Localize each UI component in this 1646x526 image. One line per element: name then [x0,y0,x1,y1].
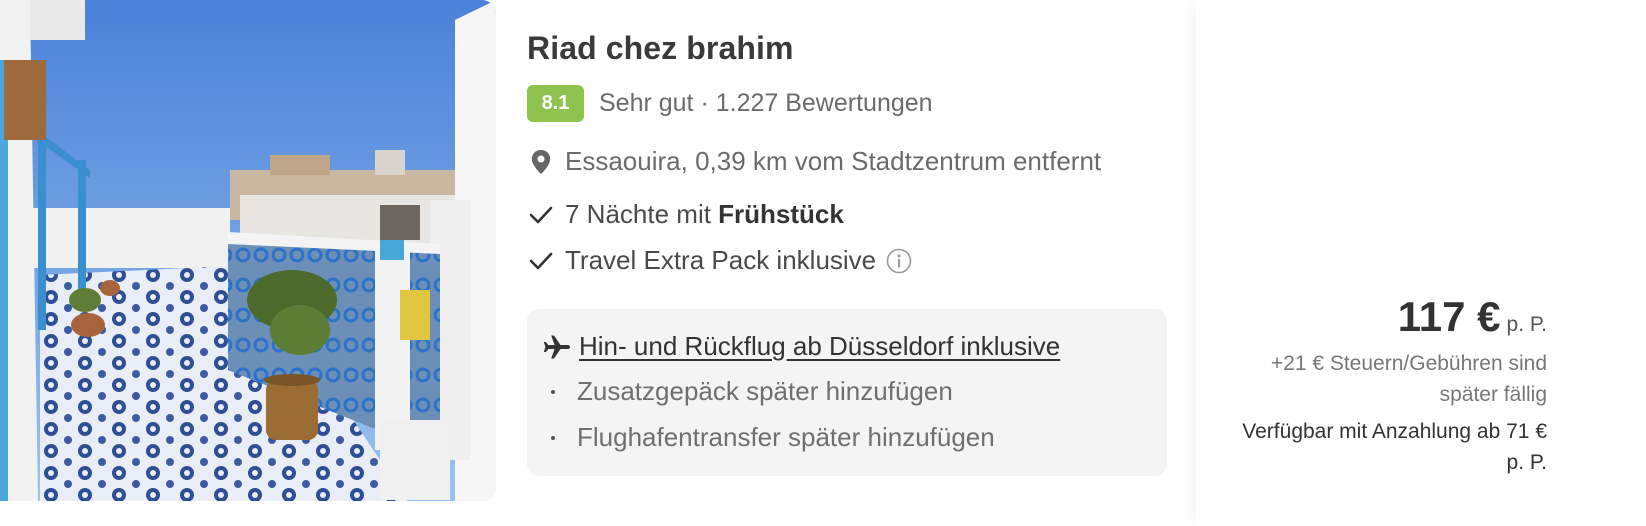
travel-pack-row: Travel Extra Pack inklusive [527,245,912,276]
rating-score-badge: 8.1 [527,84,584,122]
bullet-dot [551,389,555,394]
flight-box: Hin- und Rückflug ab Düsseldorf inklusiv… [527,309,1167,476]
hotel-offer-card[interactable]: Riad chez brahim 8.1 Sehr gut · 1.227 Be… [0,0,1646,526]
bullet-dot [551,435,555,440]
check-icon [527,247,555,275]
addon-transfer: Flughafentransfer später hinzufügen [551,422,995,453]
check-icon [527,201,555,229]
nights-text: 7 Nächte mit [565,199,719,229]
flight-details-link[interactable]: Hin- und Rückflug ab Düsseldorf inklusiv… [579,331,1060,362]
location-text: Essaouira, 0,39 km vom Stadtzentrum entf… [565,146,1102,176]
addon-luggage: Zusatzgepäck später hinzufügen [551,376,953,407]
location-row: Essaouira, 0,39 km vom Stadtzentrum entf… [527,146,1101,177]
board-type: Frühstück [718,199,844,229]
price-panel[interactable]: 117 € p. P. +21 € Steuern/Gebühren sind … [1196,0,1646,526]
nights-row: 7 Nächte mit Frühstück [527,199,844,230]
deposit-note: Verfügbar mit Anzahlung ab 71 € p. P. [1242,420,1547,474]
flight-row: Hin- und Rückflug ab Düsseldorf inklusiv… [543,331,1060,362]
hotel-photo[interactable] [0,0,496,501]
rating-reviews-text[interactable]: Sehr gut · 1.227 Bewertungen [599,89,933,118]
addon-luggage-text: Zusatzgepäck später hinzufügen [577,376,953,406]
map-pin-icon [527,148,555,176]
taxes-note: +21 € Steuern/Gebühren sind später fälli… [1270,352,1547,406]
price-line: 117 € p. P. [1398,293,1547,341]
terrace-photo-image [0,0,496,501]
hotel-info: Riad chez brahim 8.1 Sehr gut · 1.227 Be… [527,0,1167,526]
plane-icon [543,333,571,361]
hotel-name[interactable]: Riad chez brahim [527,30,794,67]
travel-pack-text: Travel Extra Pack inklusive [565,245,877,275]
price-unit: p. P. [1506,313,1547,336]
rating-row: 8.1 Sehr gut · 1.227 Bewertungen [527,84,933,122]
addon-transfer-text: Flughafentransfer später hinzufügen [577,422,995,452]
price-amount: 117 € [1397,293,1501,340]
info-icon[interactable] [886,248,912,274]
